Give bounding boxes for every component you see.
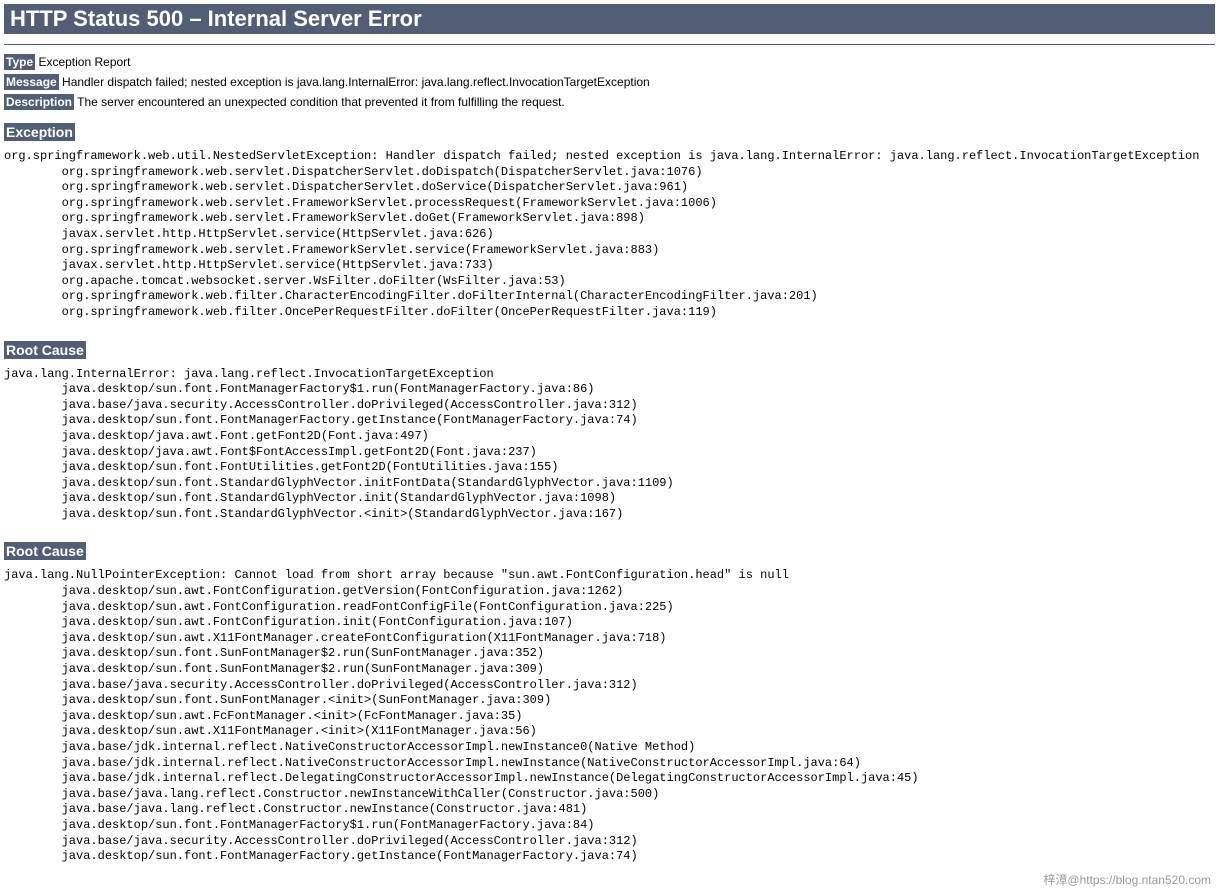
message-line: Message Handler dispatch failed; nested … [4, 75, 1215, 89]
message-value: Handler dispatch failed; nested exceptio… [59, 75, 650, 89]
description-value: The server encountered an unexpected con… [74, 95, 565, 109]
page-title: HTTP Status 500 – Internal Server Error [4, 4, 1215, 34]
divider [4, 44, 1215, 45]
exception-heading: Exception [4, 123, 75, 141]
exception-stacktrace: org.springframework.web.util.NestedServl… [4, 149, 1215, 321]
root-cause-1-stacktrace: java.lang.InternalError: java.lang.refle… [4, 367, 1215, 523]
type-value: Exception Report [35, 55, 130, 69]
type-label: Type [4, 54, 35, 70]
description-label: Description [4, 94, 74, 110]
type-line: Type Exception Report [4, 55, 1215, 69]
root-cause-2-heading: Root Cause [4, 542, 86, 560]
description-line: Description The server encountered an un… [4, 95, 1215, 109]
root-cause-1-heading: Root Cause [4, 341, 86, 359]
message-label: Message [4, 74, 59, 90]
root-cause-2-stacktrace: java.lang.NullPointerException: Cannot l… [4, 568, 1215, 864]
watermark: 梓漳@https://blog.ntan520.com [1043, 871, 1211, 888]
